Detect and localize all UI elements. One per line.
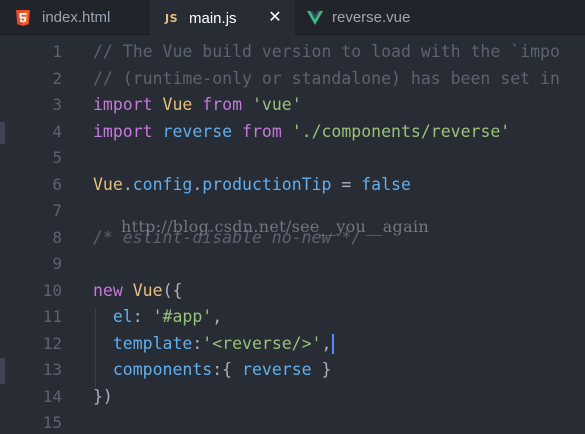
code-token: '#app' xyxy=(152,307,213,326)
line-number: 13 xyxy=(42,360,62,379)
code-line[interactable]: 3 import Vue from 'vue' xyxy=(0,92,585,119)
code-token: , xyxy=(212,307,223,326)
code-token: // (runtime-only or standalone) has been… xyxy=(93,68,560,88)
code-token: ({ xyxy=(162,280,183,300)
code-text: el: '#app', xyxy=(93,304,222,331)
line-number: 7 xyxy=(52,201,62,220)
code-token: el xyxy=(93,307,133,326)
line-number: 12 xyxy=(42,333,62,353)
code-token: Vue xyxy=(122,280,163,300)
code-token: '<reverse/>' xyxy=(202,333,322,353)
gutter-marker xyxy=(0,358,5,384)
code-text: // The Vue build version to load with th… xyxy=(93,39,560,66)
code-line[interactable]: 15 xyxy=(0,410,585,434)
code-text: template:'<reverse/>', xyxy=(93,331,335,358)
watermark-text: http://blog.csdn.net/see__you__again xyxy=(121,217,429,236)
code-token: false xyxy=(361,174,411,194)
line-number: 10 xyxy=(42,280,62,300)
code-token: from xyxy=(202,95,243,114)
tab-bar: index.html JS main.js ✕ reverse.vue xyxy=(0,0,585,36)
js-icon: JS xyxy=(165,11,179,25)
code-token: import xyxy=(93,95,153,114)
code-line[interactable]: 13 components:{ reverse } xyxy=(0,357,585,384)
vue-icon xyxy=(307,10,323,25)
code-line[interactable]: 12 template:'<reverse/>', xyxy=(0,331,585,358)
code-token: new xyxy=(93,280,123,300)
code-token: import xyxy=(93,121,153,141)
code-token: . xyxy=(122,174,133,194)
code-text: // (runtime-only or standalone) has been… xyxy=(93,66,560,93)
code-token: . xyxy=(192,174,203,194)
code-token: template xyxy=(93,333,193,353)
code-text: components:{ reverse } xyxy=(93,357,332,384)
code-line[interactable]: 2 // (runtime-only or standalone) has bee… xyxy=(0,66,585,93)
code-token: Vue xyxy=(152,95,203,114)
code-token: }) xyxy=(93,386,113,406)
code-line[interactable]: 11 el: '#app', xyxy=(0,304,585,331)
close-icon[interactable]: ✕ xyxy=(267,9,283,25)
code-text: new Vue({ xyxy=(93,278,182,305)
line-number: 14 xyxy=(42,386,62,406)
line-number: 15 xyxy=(42,413,62,432)
html5-icon xyxy=(16,9,30,26)
code-token: } xyxy=(311,360,332,379)
line-number: 2 xyxy=(52,68,62,88)
code-token: , xyxy=(321,333,332,353)
code-token: = xyxy=(331,174,362,194)
code-token: components xyxy=(93,360,213,379)
indent-guide xyxy=(95,307,96,387)
code-token: productionTip xyxy=(202,174,332,194)
tab-label: index.html xyxy=(42,9,111,26)
line-number: 4 xyxy=(52,121,62,141)
tab-reverse-vue[interactable]: reverse.vue xyxy=(295,0,445,35)
code-token: : xyxy=(132,307,153,326)
code-token: Vue xyxy=(93,174,123,194)
line-number: 1 xyxy=(52,42,62,61)
code-line[interactable]: 4 import reverse from './components/rever… xyxy=(0,119,585,146)
code-line[interactable]: 9 xyxy=(0,251,585,278)
gutter-marker xyxy=(0,122,5,144)
code-text: import Vue from 'vue' xyxy=(93,92,302,119)
code-token: config xyxy=(132,174,193,194)
tab-main-js[interactable]: JS main.js ✕ xyxy=(150,0,295,36)
line-number: 8 xyxy=(52,227,62,247)
line-number: 9 xyxy=(52,254,62,273)
code-token: : xyxy=(192,333,203,353)
code-text: import reverse from './components/revers… xyxy=(93,119,510,146)
code-text: Vue.config.productionTip = false xyxy=(93,172,411,199)
code-line[interactable]: 10 new Vue({ xyxy=(0,278,585,305)
code-token: :{ xyxy=(212,360,243,379)
line-number: 5 xyxy=(52,148,62,167)
text-cursor xyxy=(332,334,335,354)
code-line[interactable]: 6 Vue.config.productionTip = false xyxy=(0,172,585,199)
code-token: from xyxy=(242,121,282,141)
tab-index-html[interactable]: index.html xyxy=(0,0,150,35)
code-token: reverse xyxy=(242,360,312,379)
code-token: reverse xyxy=(152,121,243,141)
tab-label: reverse.vue xyxy=(332,9,411,26)
code-token: './components/reverse' xyxy=(281,121,511,141)
code-token: // The Vue build version to load with th… xyxy=(93,42,560,61)
line-number: 3 xyxy=(52,95,62,114)
line-number: 11 xyxy=(42,307,62,326)
code-line[interactable]: 5 xyxy=(0,145,585,172)
code-line[interactable]: 14}) xyxy=(0,384,585,411)
line-number: 6 xyxy=(52,174,62,194)
code-line[interactable]: 1 // The Vue build version to load with t… xyxy=(0,39,585,66)
code-text: }) xyxy=(93,384,113,411)
code-token: 'vue' xyxy=(242,95,302,114)
tab-label: main.js xyxy=(189,9,237,27)
